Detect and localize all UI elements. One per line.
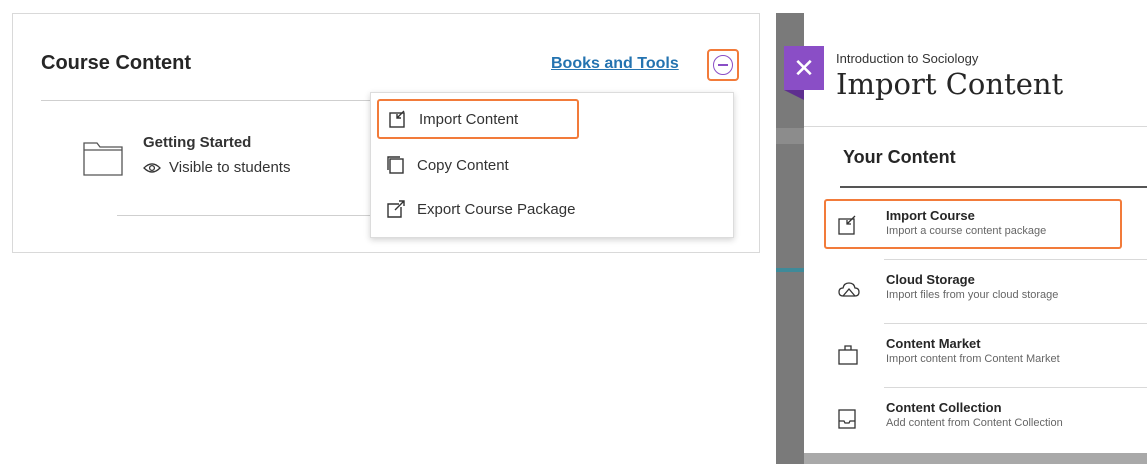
source-content-market[interactable]: Content Market Import content from Conte…	[824, 327, 1147, 383]
source-name: Cloud Storage	[886, 272, 975, 287]
menu-item-export-course-package[interactable]: Export Course Package	[377, 189, 575, 229]
panel-bottom-edge	[804, 453, 1147, 464]
menu-item-label: Copy Content	[417, 156, 509, 174]
inbox-tray-icon	[838, 409, 856, 429]
source-name: Content Collection	[886, 400, 1002, 415]
folder-icon	[83, 142, 123, 176]
menu-item-import-content[interactable]: Import Content	[377, 99, 579, 139]
more-options-menu: Import Content Copy Content Export Cours…	[370, 92, 734, 238]
menu-item-label: Export Course Package	[417, 200, 576, 218]
eye-icon	[143, 162, 161, 173]
content-item-title[interactable]: Getting Started	[143, 134, 251, 151]
briefcase-icon	[838, 345, 858, 365]
cloud-icon	[838, 282, 860, 297]
source-description: Import files from your cloud storage	[886, 289, 1059, 301]
books-and-tools-link[interactable]: Books and Tools	[551, 55, 679, 73]
copy-icon	[387, 156, 404, 174]
course-name: Introduction to Sociology	[836, 51, 979, 66]
row-divider	[884, 259, 1147, 260]
source-description: Add content from Content Collection	[886, 417, 1063, 429]
page-title: Course Content	[41, 52, 191, 74]
more-options-button[interactable]	[707, 49, 739, 81]
panel-title: Import Content	[836, 67, 1064, 101]
visibility-label: Visible to students	[169, 159, 291, 176]
row-divider	[884, 323, 1147, 324]
item-divider	[117, 215, 373, 216]
close-button-tail	[784, 90, 804, 100]
import-icon	[838, 215, 856, 235]
source-name: Content Market	[886, 336, 981, 351]
export-icon	[387, 200, 405, 218]
title-divider	[804, 126, 1147, 127]
section-title: Your Content	[843, 147, 956, 167]
source-description: Import content from Content Market	[886, 353, 1060, 365]
section-divider	[840, 186, 1147, 188]
more-options-icon	[713, 55, 733, 75]
close-icon: ✕	[793, 52, 815, 83]
import-icon	[389, 110, 405, 128]
source-content-collection[interactable]: Content Collection Add content from Cont…	[824, 391, 1147, 447]
close-button[interactable]: ✕	[784, 46, 824, 90]
source-name: Import Course	[886, 208, 975, 223]
source-description: Import a course content package	[886, 225, 1047, 237]
import-content-panel: ✕ Introduction to Sociology Import Conte…	[776, 13, 1147, 464]
source-import-course[interactable]: Import Course Import a course content pa…	[824, 199, 1122, 249]
source-cloud-storage[interactable]: Cloud Storage Import files from your clo…	[824, 263, 1147, 319]
visibility-status[interactable]: Visible to students	[143, 159, 290, 176]
row-divider	[884, 387, 1147, 388]
menu-item-copy-content[interactable]: Copy Content	[377, 145, 509, 185]
menu-item-label: Import Content	[419, 110, 519, 128]
